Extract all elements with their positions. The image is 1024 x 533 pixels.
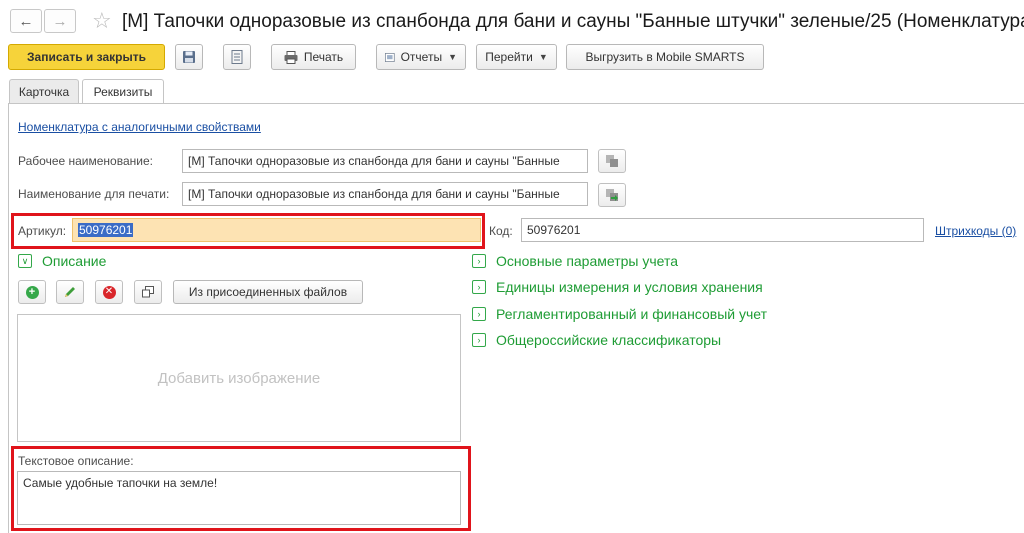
copy-arrow-icon	[606, 189, 618, 201]
favorite-star-icon[interactable]: ☆	[92, 8, 112, 34]
section-regulated-financial[interactable]: › Регламентированный и финансовый учет	[472, 306, 767, 322]
forward-button[interactable]: →	[44, 9, 76, 33]
section-units-storage[interactable]: › Единицы измерения и условия хранения	[472, 279, 763, 295]
section-label: Регламентированный и финансовый учет	[496, 306, 767, 322]
dropdown-caret-icon: ▼	[538, 52, 548, 62]
window-title: [М] Тапочки одноразовые из спанбонда для…	[122, 11, 1024, 32]
print-name-copy-button[interactable]	[598, 183, 626, 207]
tab-divider	[8, 103, 1024, 104]
floppy-disk-icon	[183, 51, 195, 63]
delete-icon: ✕	[102, 285, 116, 299]
open-image-button[interactable]	[134, 280, 162, 304]
similar-properties-link[interactable]: Номенклатура с аналогичными свойствами	[18, 120, 261, 134]
document-icon	[231, 50, 243, 64]
arrow-right-icon: →	[52, 12, 68, 30]
code-label: Код:	[489, 224, 513, 238]
print-name-field[interactable]: [М] Тапочки одноразовые из спанбонда для…	[182, 182, 588, 206]
document-list-button[interactable]	[223, 44, 251, 70]
description-section-header[interactable]: ∨ Описание	[18, 253, 106, 269]
tab-card[interactable]: Карточка	[9, 79, 79, 103]
image-drop-area[interactable]: Добавить изображение	[17, 314, 461, 442]
copy-icon	[606, 155, 618, 167]
reports-button[interactable]: Отчеты ▼	[376, 44, 466, 70]
section-label: Общероссийские классификаторы	[496, 332, 722, 348]
text-description-label: Текстовое описание:	[18, 454, 134, 468]
from-attached-files-button[interactable]: Из присоединенных файлов	[173, 280, 363, 304]
add-image-placeholder: Добавить изображение	[157, 369, 321, 387]
save-and-close-button[interactable]: Записать и закрыть	[8, 44, 165, 70]
delete-image-button[interactable]: ✕	[95, 280, 123, 304]
chevron-right-icon: ›	[472, 333, 486, 347]
report-icon	[385, 52, 395, 62]
chevron-right-icon: ›	[472, 307, 486, 321]
text-description-field[interactable]: Самые удобные тапочки на земле!	[17, 471, 461, 525]
article-value: 50976201	[78, 223, 134, 237]
print-name-label: Наименование для печати:	[18, 187, 170, 201]
goto-label: Перейти	[485, 50, 533, 64]
section-label: Основные параметры учета	[496, 253, 679, 269]
arrow-left-icon: ←	[18, 12, 34, 30]
dropdown-caret-icon: ▼	[448, 52, 457, 62]
section-label: Единицы измерения и условия хранения	[496, 279, 763, 295]
section-basic-parameters[interactable]: › Основные параметры учета	[472, 253, 678, 269]
work-name-label: Рабочее наименование:	[18, 154, 153, 168]
back-button[interactable]: ←	[10, 9, 42, 33]
chevron-right-icon: ›	[472, 280, 486, 294]
barcodes-link[interactable]: Штрихкоды (0)	[935, 224, 1016, 238]
windows-icon	[142, 286, 154, 298]
article-label: Артикул:	[18, 224, 67, 238]
reports-label: Отчеты	[400, 50, 443, 64]
printer-icon	[284, 50, 298, 64]
work-name-copy-button[interactable]	[598, 149, 626, 173]
export-mobile-smarts-button[interactable]: Выгрузить в Mobile SMARTS	[566, 44, 764, 70]
code-field[interactable]: 50976201	[521, 218, 924, 242]
plus-icon: +	[25, 285, 39, 299]
work-name-field[interactable]: [М] Тапочки одноразовые из спанбонда для…	[182, 149, 588, 173]
edit-image-button[interactable]	[56, 280, 84, 304]
description-header-label: Описание	[42, 253, 107, 269]
goto-button[interactable]: Перейти ▼	[476, 44, 557, 70]
print-label: Печать	[303, 50, 344, 64]
pencil-icon	[65, 287, 75, 297]
add-image-button[interactable]: +	[18, 280, 46, 304]
article-field[interactable]: 50976201	[72, 218, 481, 242]
print-button[interactable]: Печать	[271, 44, 356, 70]
chevron-right-icon: ›	[472, 254, 486, 268]
section-classifiers[interactable]: › Общероссийские классификаторы	[472, 332, 721, 348]
tab-requisites[interactable]: Реквизиты	[82, 79, 164, 104]
save-button[interactable]	[175, 44, 203, 70]
chevron-down-icon: ∨	[18, 254, 32, 268]
panel-border	[8, 103, 9, 533]
